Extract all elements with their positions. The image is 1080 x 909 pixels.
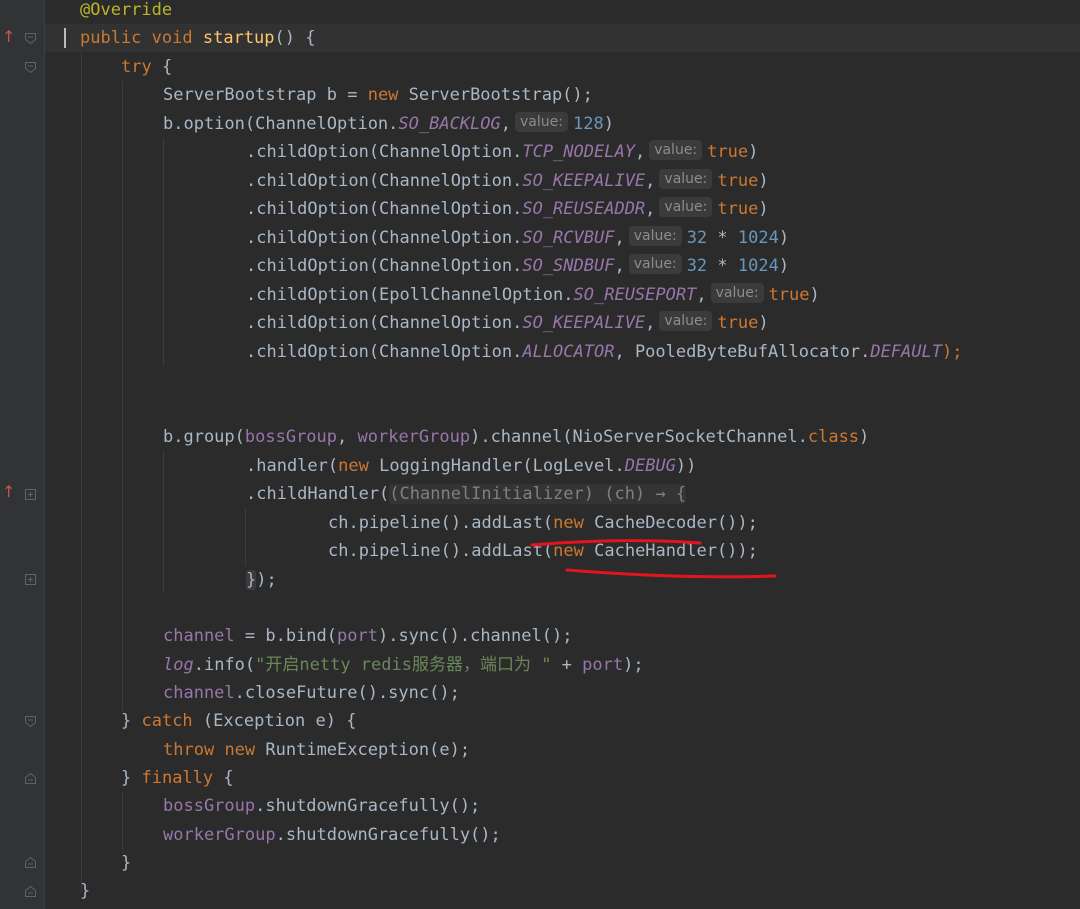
- underline-cache-handler: [565, 568, 777, 579]
- code-editor[interactable]: ↑ ↑ @Override public void startup() { tr…: [0, 0, 1080, 909]
- annotation-underlines: [530, 539, 777, 579]
- underline-cache-decoder: [530, 539, 702, 547]
